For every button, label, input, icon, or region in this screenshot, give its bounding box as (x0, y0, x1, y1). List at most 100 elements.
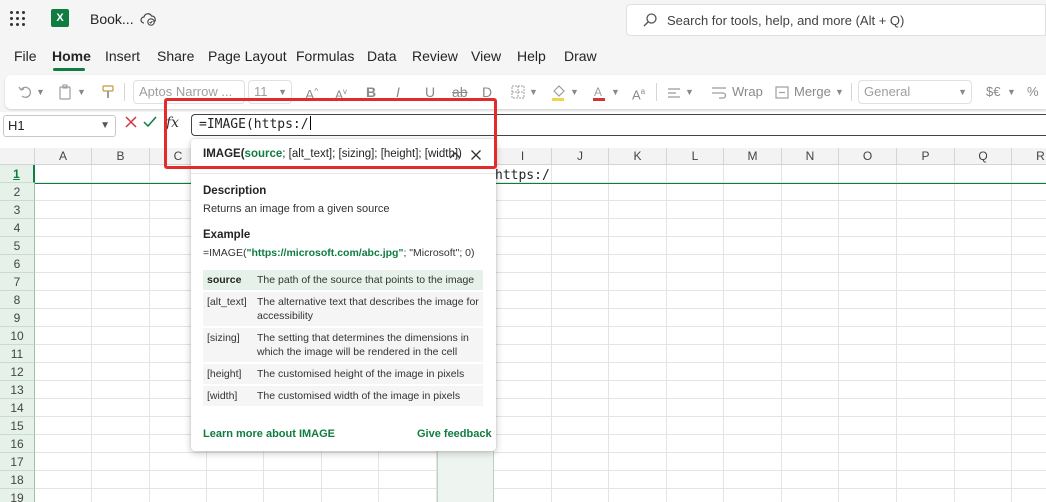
grid-row-line (35, 290, 1046, 291)
font-name-select[interactable]: Aptos Narrow ... (133, 80, 245, 104)
row-header-9[interactable]: 9 (0, 309, 35, 327)
column-header-r[interactable]: R (1012, 148, 1046, 165)
column-header-n[interactable]: N (782, 148, 839, 165)
row-header-15[interactable]: 15 (0, 417, 35, 435)
column-header-a[interactable]: A (35, 148, 92, 165)
merge-label[interactable]: Merge (794, 81, 831, 103)
decrease-font-icon[interactable]: Av (335, 81, 347, 103)
search-box[interactable]: Search for tools, help, and more (Alt + … (626, 4, 1046, 36)
strikethrough-icon[interactable]: ab (452, 81, 468, 103)
align-icon[interactable] (666, 81, 682, 103)
underline-icon[interactable]: U (425, 81, 435, 103)
column-header-i[interactable]: I (494, 148, 552, 165)
merge-dropdown-icon[interactable]: ▼ (835, 81, 844, 103)
number-format-select[interactable]: General ▼ (858, 80, 972, 104)
row-header-12[interactable]: 12 (0, 363, 35, 381)
formula-input[interactable]: =IMAGE(https:/ (191, 114, 1046, 136)
row-header-10[interactable]: 10 (0, 327, 35, 345)
undo-dropdown-icon[interactable]: ▼ (36, 81, 45, 103)
row-header-13[interactable]: 13 (0, 381, 35, 399)
row-header-3[interactable]: 3 (0, 201, 35, 219)
column-header-k[interactable]: K (609, 148, 667, 165)
align-dropdown-icon[interactable]: ▼ (685, 81, 694, 103)
column-header-q[interactable]: Q (955, 148, 1012, 165)
menu-file[interactable]: File (14, 48, 37, 64)
menu-data[interactable]: Data (367, 48, 397, 64)
row-header-1[interactable]: 1 (0, 165, 35, 183)
row-header-4[interactable]: 4 (0, 219, 35, 237)
menu-share[interactable]: Share (157, 48, 194, 64)
menu-formulas[interactable]: Formulas (296, 48, 354, 64)
column-header-p[interactable]: P (897, 148, 955, 165)
row-header-14[interactable]: 14 (0, 399, 35, 417)
row-header-18[interactable]: 18 (0, 471, 35, 489)
menu-insert[interactable]: Insert (105, 48, 140, 64)
wrap-icon[interactable] (710, 81, 728, 103)
menu-draw[interactable]: Draw (564, 48, 597, 64)
spreadsheet-grid[interactable]: ABCDEFGHIJKLMNOPQR 123456789101112131415… (0, 148, 1046, 502)
borders-icon[interactable] (510, 81, 526, 103)
row-header-2[interactable]: 2 (0, 183, 35, 201)
name-box[interactable]: H1 ▼ (3, 115, 116, 137)
document-title[interactable]: Book... (90, 11, 134, 27)
give-feedback-link[interactable]: Give feedback (417, 428, 492, 440)
excel-logo-icon[interactable]: X (51, 9, 69, 27)
bold-icon[interactable]: B (366, 81, 376, 103)
merge-icon[interactable] (774, 81, 790, 103)
row-header-7[interactable]: 7 (0, 273, 35, 291)
increase-font-icon[interactable]: A^ (305, 81, 318, 103)
enter-formula-icon[interactable] (143, 114, 157, 130)
row-header-17[interactable]: 17 (0, 453, 35, 471)
function-name: IMAGE (203, 148, 241, 160)
column-header-b[interactable]: B (92, 148, 150, 165)
format-painter-icon[interactable] (101, 81, 115, 103)
row-header-8[interactable]: 8 (0, 291, 35, 309)
fill-color-icon[interactable] (550, 81, 566, 103)
grid-row-line (35, 272, 1046, 273)
subscript-icon[interactable]: D (482, 81, 492, 103)
column-header-o[interactable]: O (839, 148, 897, 165)
row-header-16[interactable]: 16 (0, 435, 35, 453)
italic-icon[interactable]: I (396, 81, 400, 103)
font-color-dropdown-icon[interactable]: ▼ (611, 81, 620, 103)
function-signature: IMAGE(source; [alt_text]; [sizing]; [hei… (203, 148, 462, 160)
paste-icon[interactable] (57, 81, 73, 103)
column-header-j[interactable]: J (552, 148, 609, 165)
example-text: =IMAGE("https://microsoft.com/abc.jpg"; … (203, 247, 475, 259)
paste-dropdown-icon[interactable]: ▼ (77, 81, 86, 103)
grid-row-line (35, 344, 1046, 345)
row-header-5[interactable]: 5 (0, 237, 35, 255)
fill-color-dropdown-icon[interactable]: ▼ (570, 81, 579, 103)
cancel-formula-icon[interactable] (124, 114, 138, 130)
argument-name: [width] (203, 385, 253, 408)
currency-format-button[interactable]: $€ (986, 81, 1000, 103)
app-launcher-icon[interactable] (10, 11, 26, 27)
currency-dropdown-icon[interactable]: ▼ (1007, 81, 1016, 103)
text-effects-icon[interactable]: Aa (632, 81, 645, 103)
menu-home[interactable]: Home (52, 48, 91, 64)
wrap-label[interactable]: Wrap (732, 81, 763, 103)
close-icon[interactable] (469, 148, 483, 162)
percent-icon[interactable]: % (1027, 81, 1039, 103)
row-header-11[interactable]: 11 (0, 345, 35, 363)
learn-more-link[interactable]: Learn more about IMAGE (203, 428, 335, 440)
menu-page-layout[interactable]: Page Layout (208, 48, 287, 64)
undo-icon[interactable] (17, 81, 33, 103)
row-header-19[interactable]: 19 (0, 489, 35, 502)
borders-dropdown-icon[interactable]: ▼ (529, 81, 538, 103)
select-all-corner[interactable] (0, 148, 35, 165)
font-size-select[interactable]: 11 ▼ (248, 80, 292, 104)
collapse-tooltip-icon[interactable] (448, 148, 462, 162)
menu-view[interactable]: View (471, 48, 501, 64)
column-header-m[interactable]: M (724, 148, 782, 165)
row-header-6[interactable]: 6 (0, 255, 35, 273)
insert-function-icon[interactable]: fx (166, 115, 179, 131)
column-header-l[interactable]: L (667, 148, 724, 165)
menu-review[interactable]: Review (412, 48, 458, 64)
cloud-saved-icon[interactable] (140, 11, 156, 27)
chevron-down-icon[interactable]: ▼ (100, 116, 110, 136)
grid-row-line (35, 236, 1046, 237)
menu-help[interactable]: Help (517, 48, 546, 64)
argument-description: The customised height of the image in pi… (253, 363, 483, 386)
font-color-icon[interactable]: A (591, 81, 607, 103)
